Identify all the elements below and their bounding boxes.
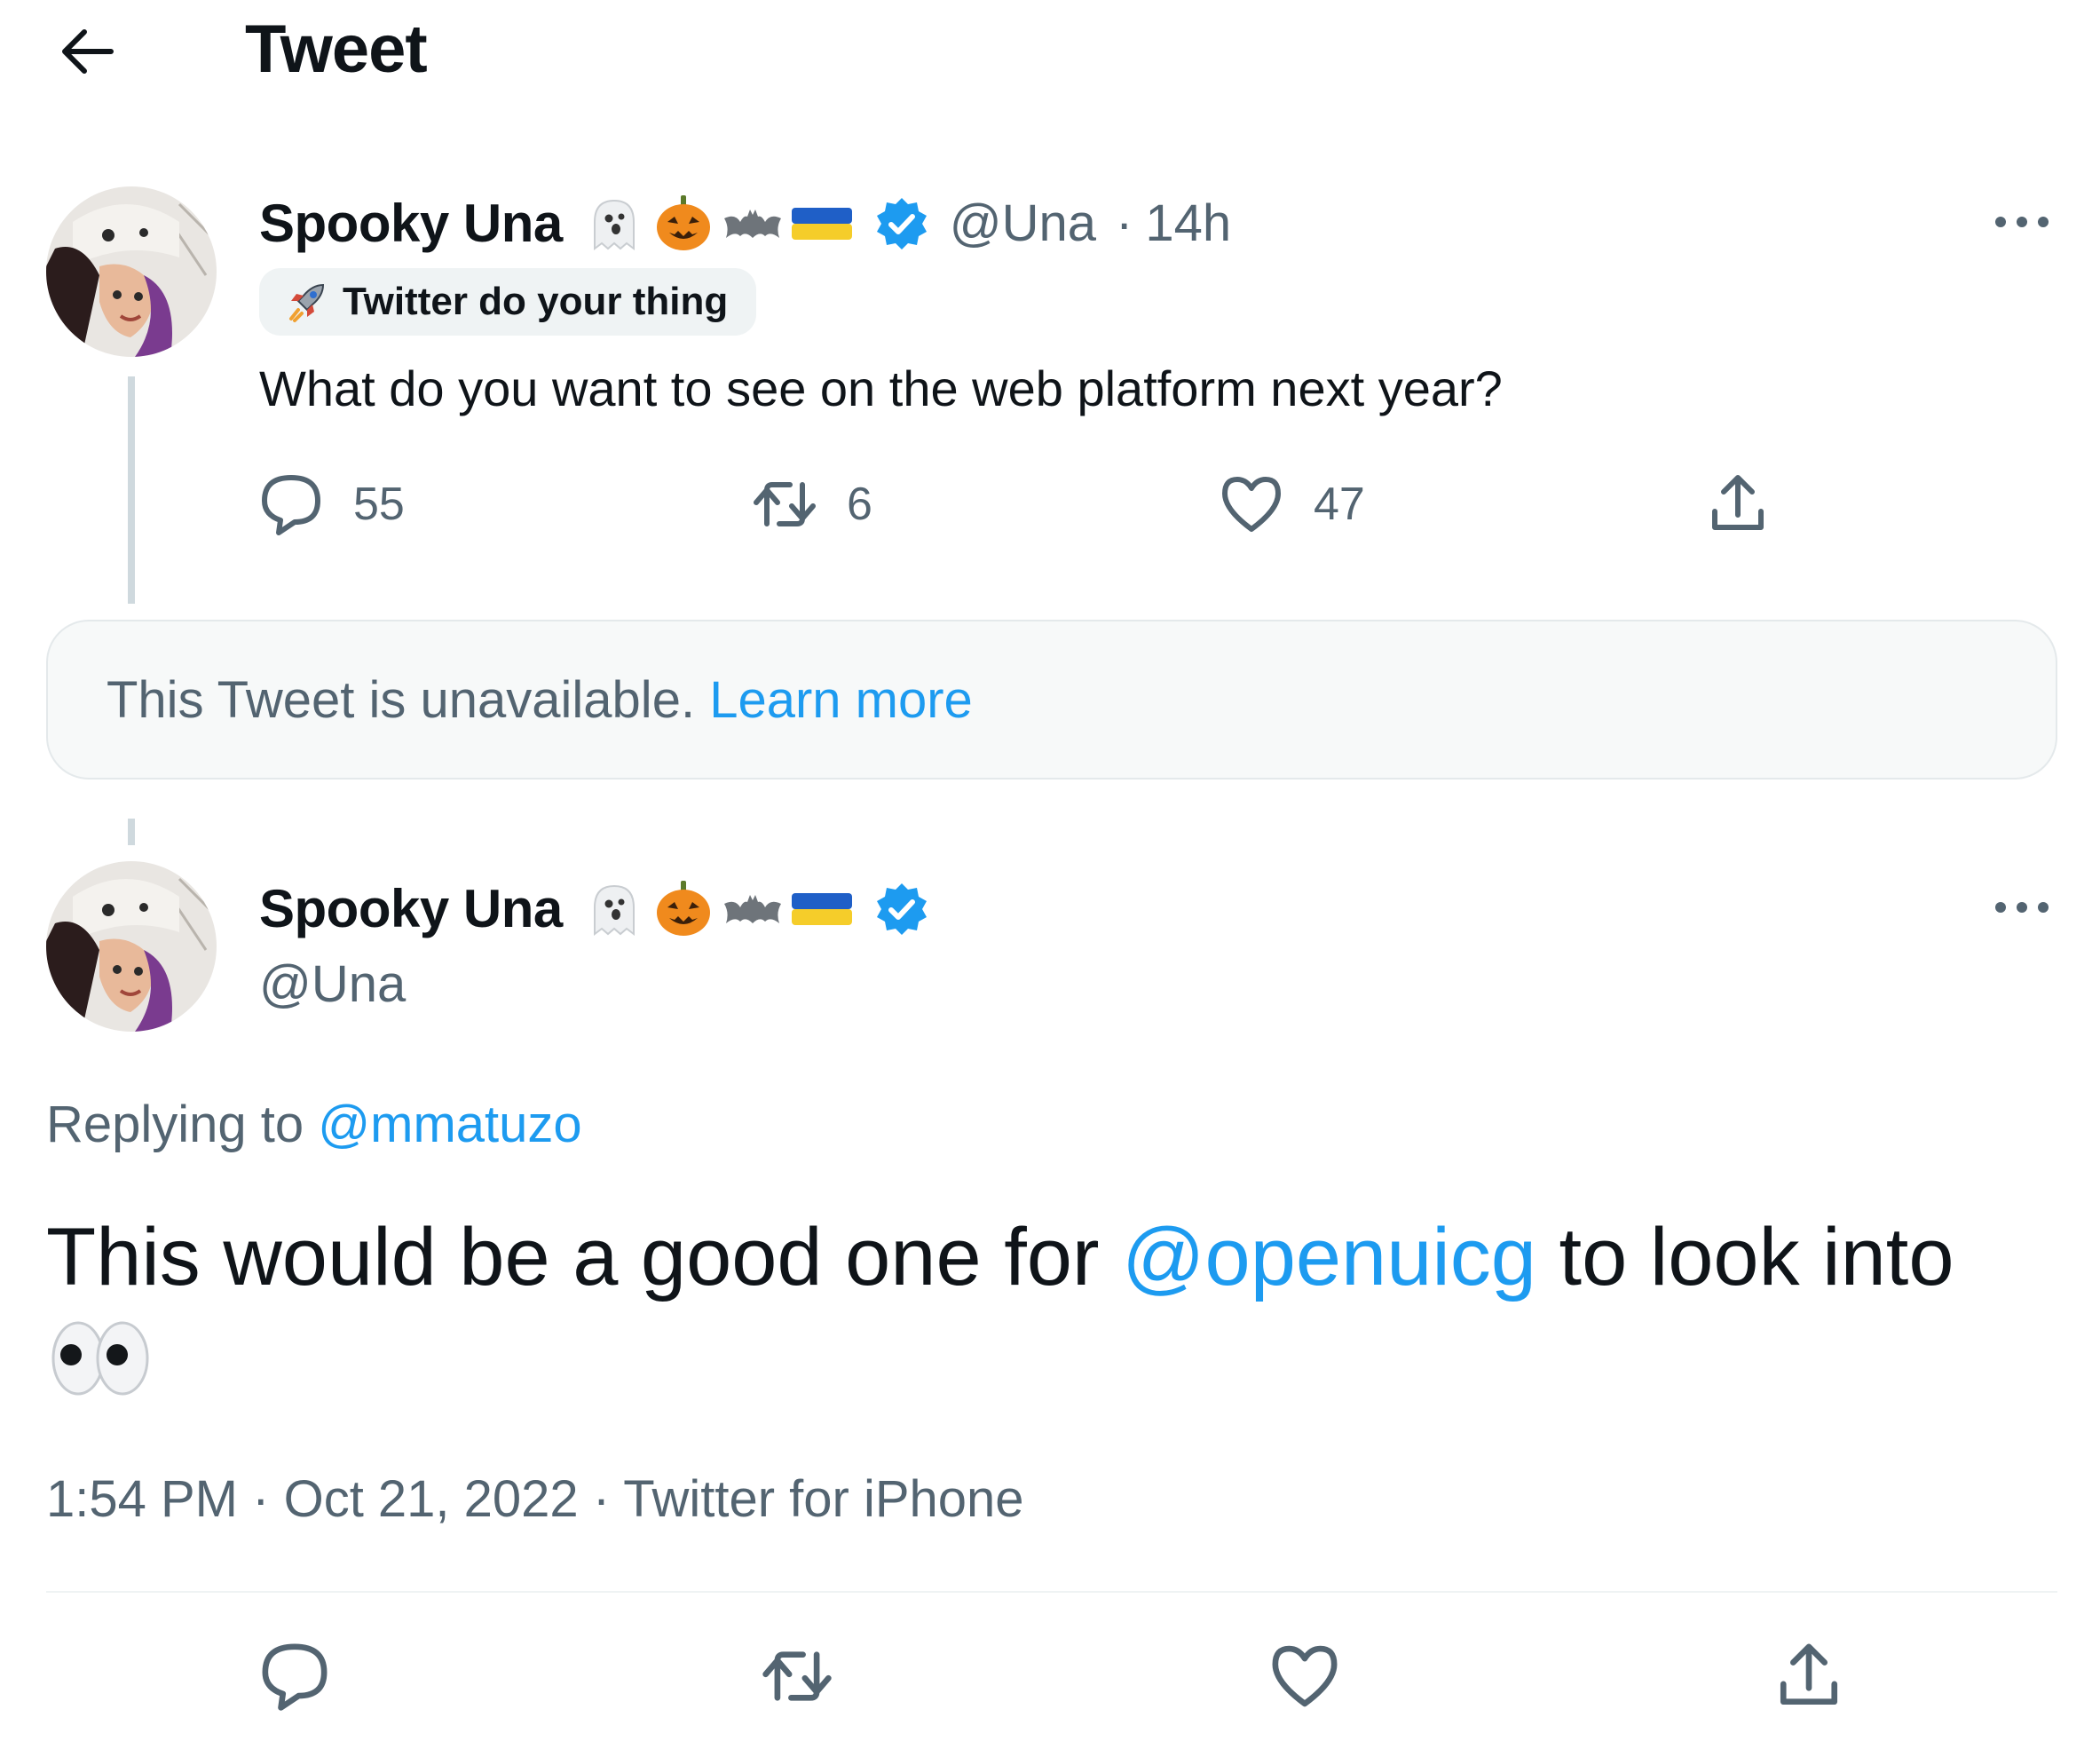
page-title: Tweet xyxy=(245,12,428,87)
tweet-time[interactable]: 1:54 PM xyxy=(46,1470,238,1528)
retweet-button[interactable] xyxy=(760,1639,834,1713)
text-after-mention: to look into xyxy=(1559,1212,1954,1302)
text-before-mention: This would be a good one for xyxy=(46,1212,1100,1302)
divider xyxy=(46,1591,2057,1593)
heart-icon xyxy=(1272,1645,1338,1707)
tweet-date[interactable]: Oct 21, 2022 xyxy=(284,1470,579,1528)
ukraine-flag-emoji xyxy=(791,893,852,925)
like-button[interactable] xyxy=(1267,1639,1342,1713)
replying-prefix: Replying to xyxy=(46,1096,304,1153)
share-icon xyxy=(1780,1643,1838,1705)
label-text: Twitter do your thing xyxy=(343,280,729,323)
thread-line xyxy=(128,376,135,604)
share-button[interactable] xyxy=(1772,1639,1846,1713)
bat-emoji xyxy=(723,895,781,923)
unavailable-notice: This Tweet is unavailable. Learn more xyxy=(46,620,2057,780)
unavailable-text: This Tweet is unavailable. xyxy=(107,670,696,729)
automated-label[interactable]: Twitter do your thing xyxy=(259,268,757,336)
meta-separator: · xyxy=(592,1470,611,1528)
tweet-text: What do you want to see on the web platf… xyxy=(259,360,1503,416)
reply-count: 55 xyxy=(353,479,405,530)
more-options-button[interactable] xyxy=(1986,890,2057,925)
learn-more-link[interactable]: Learn more xyxy=(709,670,973,730)
share-icon xyxy=(1712,475,1764,530)
reply-icon xyxy=(262,1643,328,1711)
share-button[interactable] xyxy=(1704,469,1772,540)
ukraine-flag-emoji xyxy=(791,208,852,240)
jack-o-lantern-emoji xyxy=(656,195,710,250)
main-tweet-name-row: Spooky Una xyxy=(259,877,930,941)
like-count: 47 xyxy=(1314,479,1365,530)
tweet-source[interactable]: Twitter for iPhone xyxy=(623,1470,1023,1528)
meta-separator: · xyxy=(252,1470,270,1528)
tweet-meta: 1:54 PM · Oct 21, 2022 · Twitter for iPh… xyxy=(46,1468,1024,1531)
retweet-button[interactable]: 6 xyxy=(751,469,872,540)
parent-tweet-header: Spooky Una @Una · 14h xyxy=(259,192,1231,256)
arrow-left-icon xyxy=(62,29,114,74)
ghost-emoji xyxy=(593,199,635,250)
author-name[interactable]: Spooky Una xyxy=(259,878,563,940)
name-emoji-row xyxy=(582,877,854,941)
mention-link[interactable]: @openuicg xyxy=(1122,1212,1536,1302)
jack-o-lantern-emoji xyxy=(656,881,710,936)
bat-emoji xyxy=(723,210,781,238)
more-icon xyxy=(1995,217,2049,227)
reply-icon xyxy=(262,475,320,535)
retweet-count: 6 xyxy=(847,479,872,530)
replying-to: Replying to @mmatuzo xyxy=(46,1094,582,1156)
meta-separator: · xyxy=(1116,194,1133,252)
tweet-time[interactable]: 14h xyxy=(1145,193,1231,255)
back-button[interactable] xyxy=(46,20,126,83)
retweet-icon xyxy=(762,1651,832,1701)
name-emoji-row xyxy=(582,192,854,256)
main-tweet-text: This would be a good one for @openuicg t… xyxy=(46,1206,2043,1401)
thread-line-connector xyxy=(128,819,135,845)
author-handle[interactable]: @Una xyxy=(259,954,406,1016)
author-handle[interactable]: @Una xyxy=(950,193,1096,255)
verified-badge-icon xyxy=(876,883,927,935)
replying-to-link[interactable]: @mmatuzo xyxy=(318,1096,581,1153)
like-button[interactable]: 47 xyxy=(1218,469,1365,540)
avatar[interactable] xyxy=(46,186,217,357)
verified-badge-icon xyxy=(876,198,927,249)
more-icon xyxy=(1995,902,2049,913)
reply-button[interactable]: 55 xyxy=(257,469,405,540)
avatar-image xyxy=(46,186,217,357)
retweet-icon xyxy=(754,482,816,526)
more-options-button[interactable] xyxy=(1986,204,2057,240)
rocket-icon xyxy=(289,283,325,322)
avatar[interactable] xyxy=(46,861,217,1032)
ghost-emoji xyxy=(593,884,635,936)
author-name[interactable]: Spooky Una xyxy=(259,193,563,255)
reply-button[interactable] xyxy=(257,1639,332,1713)
avatar-image xyxy=(46,861,217,1032)
heart-icon xyxy=(1222,477,1281,532)
eyes-emoji xyxy=(51,1321,149,1396)
